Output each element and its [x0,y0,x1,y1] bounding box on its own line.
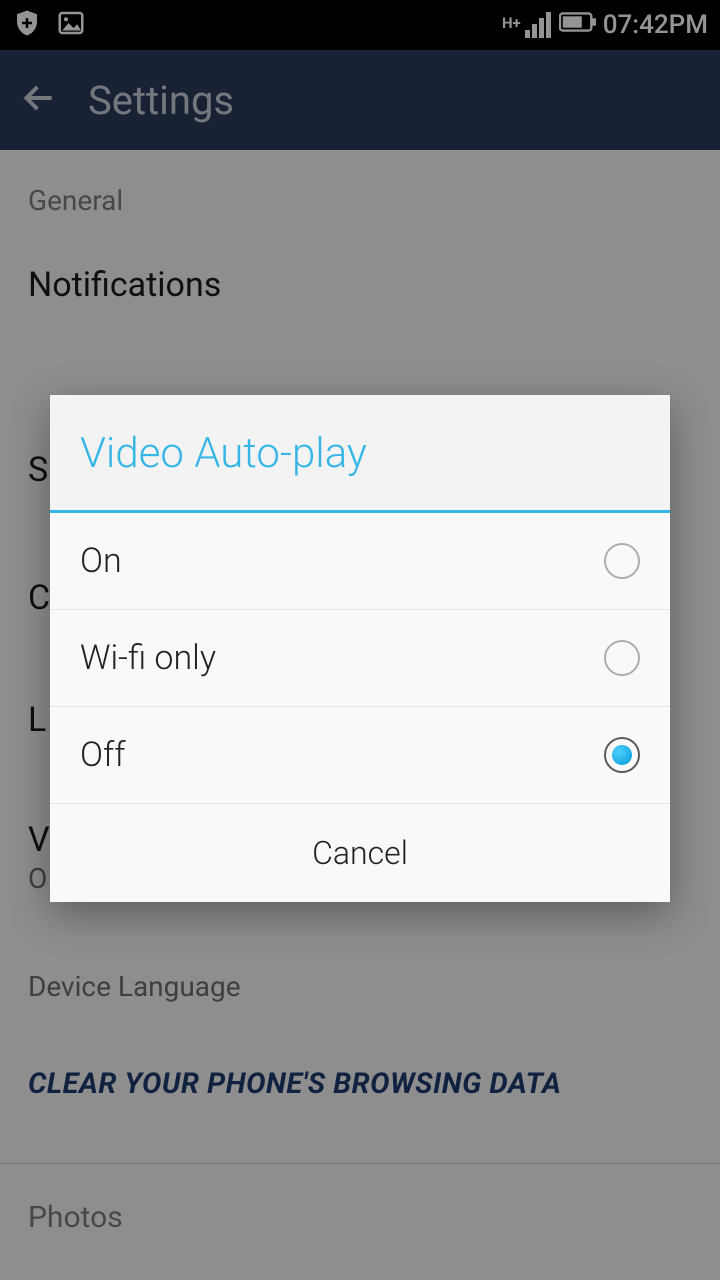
video-autoplay-dialog: Video Auto-play On Wi-fi only Off Cancel [50,395,670,902]
cancel-button[interactable]: Cancel [50,804,670,902]
option-label: On [80,541,122,581]
radio-selected-icon [604,737,640,773]
option-on[interactable]: On [50,513,670,610]
radio-icon [604,543,640,579]
option-wifi-only[interactable]: Wi-fi only [50,610,670,707]
radio-icon [604,640,640,676]
dialog-title: Video Auto-play [50,395,670,513]
option-label: Wi-fi only [80,638,216,678]
option-label: Off [80,735,126,775]
option-off[interactable]: Off [50,707,670,804]
